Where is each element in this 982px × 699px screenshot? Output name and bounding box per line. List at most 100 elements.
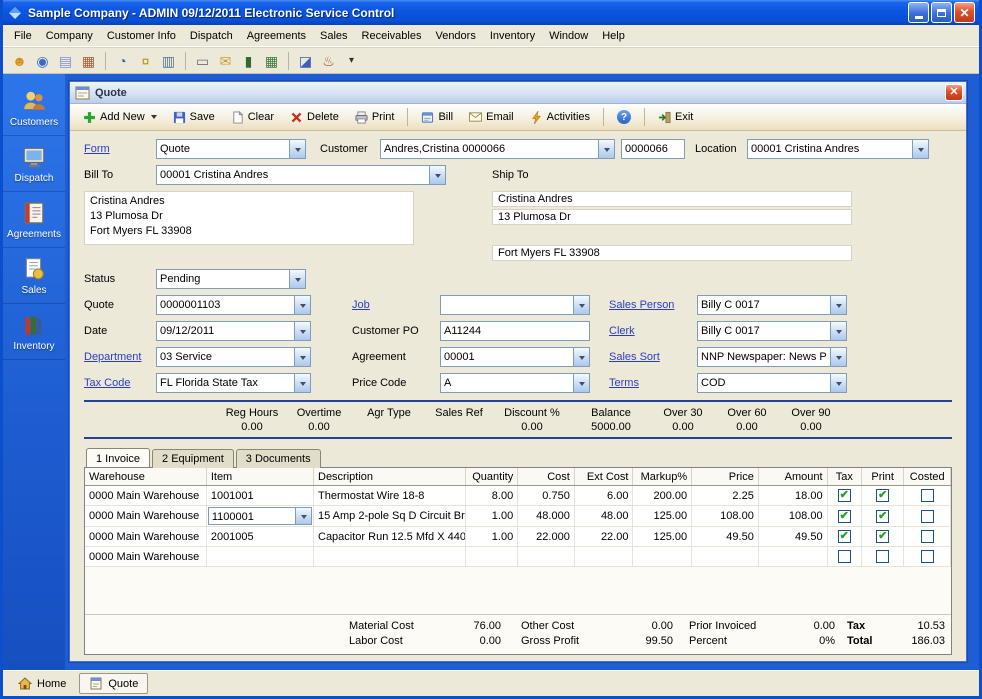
taskbar-quote[interactable]: Quote	[79, 673, 148, 694]
agreement-select[interactable]: 00001	[440, 347, 590, 367]
sidebar-item-agreements[interactable]: Agreements	[3, 192, 65, 248]
costed-checkbox[interactable]	[921, 530, 934, 543]
location-dropdown-arrow[interactable]	[912, 140, 928, 158]
customer-po-field[interactable]: A11244	[440, 321, 590, 341]
menu-customer-info[interactable]: Customer Info	[100, 27, 183, 45]
menu-agreements[interactable]: Agreements	[240, 27, 313, 45]
cell-ext-cost[interactable]: 48.00	[574, 506, 633, 527]
cell-warehouse[interactable]: 0000 Main Warehouse	[85, 486, 206, 506]
tab-invoice[interactable]: 1 Invoice	[86, 448, 150, 467]
sales-sort-dropdown-arrow[interactable]	[830, 348, 846, 366]
menu-inventory[interactable]: Inventory	[483, 27, 542, 45]
quote-number-select[interactable]: 0000001103	[156, 295, 311, 315]
department-select[interactable]: 03 Service	[156, 347, 311, 367]
ship-address-line1[interactable]: Cristina Andres	[492, 191, 852, 207]
tab-documents[interactable]: 3 Documents	[236, 449, 321, 468]
cell-price[interactable]: 49.50	[692, 527, 759, 547]
cell-warehouse[interactable]: 0000 Main Warehouse	[85, 506, 206, 527]
cell-amount[interactable]: 108.00	[758, 506, 827, 527]
grid-row[interactable]: 0000 Main Warehouse 1100001 15 Amp 2-pol…	[85, 506, 951, 527]
clear-button[interactable]: Clear	[224, 107, 281, 128]
sales-person-select[interactable]: Billy C 0017	[697, 295, 847, 315]
sidebar-item-customers[interactable]: Customers	[3, 80, 65, 136]
cell-cost[interactable]	[518, 547, 575, 567]
tax-code-link-label[interactable]: Tax Code	[84, 377, 156, 389]
costed-checkbox[interactable]	[921, 510, 934, 523]
ship-address-line2[interactable]: 13 Plumosa Dr	[492, 209, 852, 225]
cell-amount[interactable]: 18.00	[758, 486, 827, 506]
add-new-button[interactable]: Add New	[76, 107, 164, 128]
cell-ext-cost[interactable]: 22.00	[574, 527, 633, 547]
copy-icon[interactable]: ▤	[56, 51, 75, 70]
cell-item[interactable]	[206, 547, 313, 567]
print-checkbox[interactable]	[876, 530, 889, 543]
cell-description[interactable]: 15 Amp 2-pole Sq D Circuit Brea	[314, 506, 466, 527]
more-options-arrow[interactable]: ▾	[342, 51, 361, 70]
sales-sort-select[interactable]: NNP Newspaper: News P	[697, 347, 847, 367]
cell-cost[interactable]: 48.000	[518, 506, 575, 527]
clerk-dropdown-arrow[interactable]	[830, 322, 846, 340]
menu-window[interactable]: Window	[542, 27, 595, 45]
cell-price[interactable]	[692, 547, 759, 567]
location-select[interactable]: 00001 Cristina Andres	[747, 139, 929, 159]
sidebar-item-sales[interactable]: Sales	[3, 248, 65, 304]
menu-help[interactable]: Help	[595, 27, 632, 45]
job-select[interactable]	[440, 295, 590, 315]
date-select[interactable]: 09/12/2011	[156, 321, 311, 341]
cell-item[interactable]: 1001001	[206, 486, 313, 506]
cell-ext-cost[interactable]	[574, 547, 633, 567]
cell-quantity[interactable]: 1.00	[465, 506, 518, 527]
tax-checkbox[interactable]	[838, 489, 851, 502]
item-select[interactable]: 1100001	[208, 507, 312, 525]
job-link-label[interactable]: Job	[352, 299, 440, 311]
cell-quantity[interactable]: 1.00	[465, 527, 518, 547]
payments-icon[interactable]: ¤	[136, 51, 155, 70]
quote-titlebar[interactable]: Quote ✕	[70, 82, 966, 104]
cell-markup[interactable]: 200.00	[633, 486, 692, 506]
maximize-button[interactable]	[931, 2, 952, 23]
quote-close-button[interactable]: ✕	[945, 84, 963, 101]
delete-button[interactable]: Delete	[283, 107, 346, 128]
bill-to-address-box[interactable]: Cristina Andres 13 Plumosa Dr Fort Myers…	[84, 191, 414, 245]
job-dropdown-arrow[interactable]	[573, 296, 589, 314]
dispatch-board-icon[interactable]: ▭	[193, 51, 212, 70]
cell-markup[interactable]: 125.00	[633, 506, 692, 527]
form-link-label[interactable]: Form	[84, 143, 156, 155]
sales-person-link-label[interactable]: Sales Person	[609, 299, 697, 311]
bill-to-dropdown-arrow[interactable]	[429, 166, 445, 184]
inventory-grid-icon[interactable]: ▦	[262, 51, 281, 70]
terms-link-label[interactable]: Terms	[609, 377, 697, 389]
calendar-icon[interactable]: ▦	[79, 51, 98, 70]
menu-receivables[interactable]: Receivables	[355, 27, 429, 45]
exit-button[interactable]: Exit	[651, 107, 700, 128]
agreement-dropdown-arrow[interactable]	[573, 348, 589, 366]
tab-equipment[interactable]: 2 Equipment	[152, 449, 234, 468]
bill-button[interactable]: Bill	[414, 107, 460, 128]
menu-company[interactable]: Company	[39, 27, 100, 45]
cell-markup[interactable]: 125.00	[633, 527, 692, 547]
menu-sales[interactable]: Sales	[313, 27, 355, 45]
price-code-dropdown-arrow[interactable]	[573, 374, 589, 392]
cell-quantity[interactable]	[465, 547, 518, 567]
cell-cost[interactable]: 0.750	[518, 486, 575, 506]
cell-warehouse[interactable]: 0000 Main Warehouse	[85, 547, 206, 567]
tools-icon[interactable]: ♨	[319, 51, 338, 70]
minimize-button[interactable]	[908, 2, 929, 23]
status-select[interactable]: Pending	[156, 269, 306, 289]
tax-checkbox[interactable]	[838, 530, 851, 543]
cell-amount[interactable]: 49.50	[758, 527, 827, 547]
calculator-icon[interactable]: ▥	[159, 51, 178, 70]
taskbar-home[interactable]: Home	[8, 673, 76, 694]
help-button[interactable]	[610, 106, 638, 128]
costed-checkbox[interactable]	[921, 550, 934, 563]
costed-checkbox[interactable]	[921, 489, 934, 502]
cell-price[interactable]: 2.25	[692, 486, 759, 506]
save-button[interactable]: Save	[166, 107, 222, 128]
cell-ext-cost[interactable]: 6.00	[574, 486, 633, 506]
customer-dropdown-arrow[interactable]	[598, 140, 614, 158]
item-dropdown-arrow[interactable]	[295, 508, 311, 524]
print-checkbox[interactable]	[876, 550, 889, 563]
tax-code-dropdown-arrow[interactable]	[294, 374, 310, 392]
cell-description[interactable]: Capacitor Run 12.5 Mfd X 440 V	[314, 527, 466, 547]
ship-address-line3[interactable]	[492, 227, 852, 243]
